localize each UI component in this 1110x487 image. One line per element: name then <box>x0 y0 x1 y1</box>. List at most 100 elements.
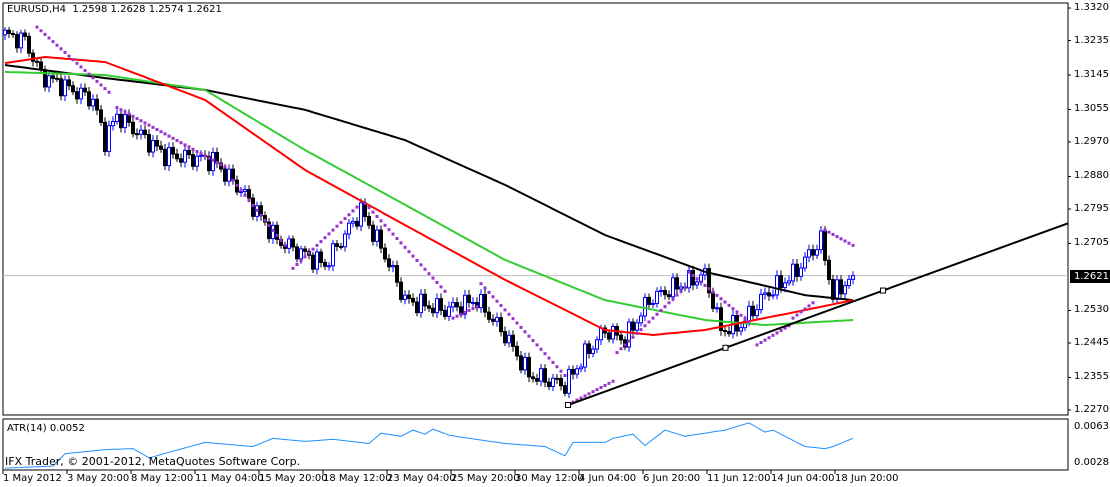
sar-dot <box>43 32 47 36</box>
bull-candle <box>343 233 347 248</box>
bear-candle <box>519 355 523 371</box>
bear-candle <box>723 329 727 333</box>
bear-candle <box>423 293 427 307</box>
bear-candle <box>71 85 75 93</box>
sar-dot <box>723 300 727 304</box>
bull-candle <box>639 315 643 324</box>
bull-candle <box>167 147 171 167</box>
bull-candle <box>347 222 351 235</box>
sar-dot <box>59 47 63 51</box>
bull-candle <box>151 140 155 153</box>
bull-candle <box>695 281 699 286</box>
sar-dot <box>755 343 759 347</box>
sar-dot <box>115 106 119 110</box>
sar-dot <box>547 356 551 360</box>
bear-candle <box>607 332 611 340</box>
bear-candle <box>527 356 531 378</box>
bull-candle <box>359 202 363 227</box>
bull-candle <box>715 307 719 310</box>
bear-candle <box>503 331 507 344</box>
sar-dot <box>427 272 431 276</box>
sar-dot <box>139 119 143 123</box>
sar-dot <box>587 392 591 396</box>
sar-dot <box>275 233 279 237</box>
bear-candle <box>231 168 235 181</box>
sar-dot <box>807 304 811 308</box>
chart-header: EURUSD,H4 1.2598 1.2628 1.2574 1.2621 <box>7 4 222 15</box>
bull-candle <box>243 189 247 193</box>
sar-dot <box>487 290 491 294</box>
copyright-label: IFX Trader, © 2001-2012, MetaQuotes Soft… <box>5 455 301 468</box>
bear-candle <box>559 378 563 387</box>
bull-candle <box>771 294 775 297</box>
sar-dot <box>339 220 343 224</box>
bull-candle <box>19 32 23 49</box>
bear-candle <box>59 78 63 97</box>
sar-dot <box>199 152 203 156</box>
bear-candle <box>363 202 367 218</box>
sar-dot <box>207 156 211 160</box>
sar-dot <box>739 313 743 317</box>
ma-green-line <box>4 70 854 327</box>
bear-candle <box>247 189 251 199</box>
sar-dot <box>315 243 319 247</box>
sar-dot <box>163 132 167 136</box>
sar-dot <box>543 352 547 356</box>
sar-dot <box>283 243 287 247</box>
bear-candle <box>499 317 503 333</box>
bear-candle <box>431 307 435 314</box>
sar-dot <box>383 223 387 227</box>
bear-candle <box>631 321 635 331</box>
bull-candle <box>851 275 855 280</box>
sar-dot <box>647 320 651 324</box>
bull-candle <box>123 114 127 129</box>
sar-dot <box>239 188 243 192</box>
bull-candle <box>63 79 67 97</box>
bear-candle <box>179 158 183 163</box>
sar-dot <box>455 314 459 318</box>
bull-candle <box>331 243 335 267</box>
bull-candle <box>115 113 119 122</box>
bear-candle <box>371 224 375 242</box>
bear-candle <box>839 279 843 295</box>
y-tick-label: 1.2970 <box>1074 136 1109 147</box>
bear-candle <box>251 197 255 217</box>
sar-dot <box>643 324 647 328</box>
bear-candle <box>395 265 399 283</box>
x-tick-label: 11 Jun 12:00 <box>707 473 771 484</box>
y-tick-label: 1.2705 <box>1074 237 1109 249</box>
sar-dot <box>527 334 531 338</box>
sar-dot <box>727 303 731 307</box>
sar-dot <box>335 224 339 228</box>
chart-window[interactable]: EURUSD,H4 1.2598 1.2628 1.2574 1.2621 AT… <box>0 0 1110 487</box>
bull-candle <box>315 251 319 270</box>
sar-dot <box>387 228 391 232</box>
bear-candle <box>619 334 623 341</box>
bull-candle <box>199 154 203 157</box>
bear-candle <box>383 247 387 260</box>
sar-dot <box>515 321 519 325</box>
bull-candle <box>591 348 595 354</box>
x-tick-label: 18 May 12:00 <box>323 473 392 484</box>
bear-candle <box>491 318 495 322</box>
x-tick-label: 8 May 12:00 <box>131 473 194 484</box>
bear-candle <box>571 368 575 375</box>
bear-candle <box>339 245 343 248</box>
sar-dot <box>83 69 87 73</box>
y-tick-label: 1.3055 <box>1074 103 1109 115</box>
sar-dot <box>619 347 623 351</box>
sar-dot <box>243 193 247 197</box>
bull-candle <box>47 75 51 88</box>
bear-candle <box>675 277 679 290</box>
sar-dot <box>219 163 223 167</box>
sar-dot <box>699 280 703 284</box>
sar-dot <box>135 117 139 121</box>
bull-candle <box>575 368 579 375</box>
bull-candle <box>375 229 379 242</box>
y-tick-label: 1.2445 <box>1074 337 1109 348</box>
price-chart[interactable] <box>0 0 1110 487</box>
atr-tick: 0.0028 <box>1074 457 1109 468</box>
sar-dot <box>539 347 543 351</box>
sar-dot <box>671 297 675 301</box>
y-tick-label: 1.2880 <box>1074 170 1109 182</box>
